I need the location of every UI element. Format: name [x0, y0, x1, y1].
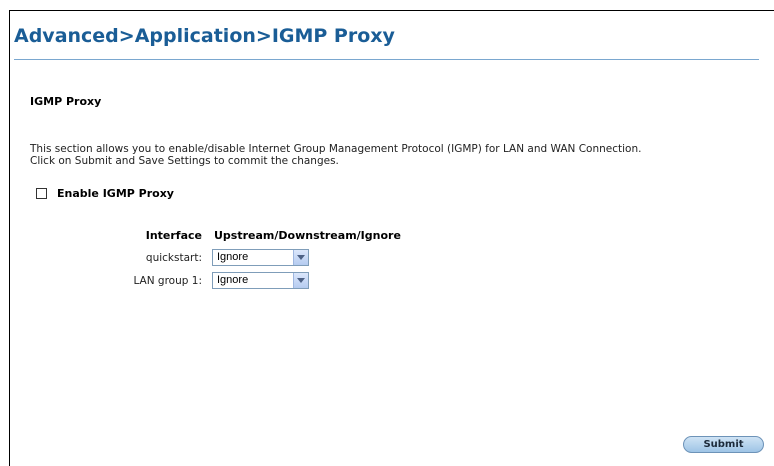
section-heading: IGMP Proxy	[30, 95, 102, 108]
quickstart-mode-value: Ignore	[217, 251, 249, 263]
enable-igmp-proxy-row: Enable IGMP Proxy	[36, 187, 174, 200]
chevron-down-icon	[293, 250, 308, 265]
page-title: Advanced>Application>IGMP Proxy	[14, 25, 395, 47]
lan-group-1-mode-value: Ignore	[217, 274, 249, 286]
title-divider	[14, 59, 759, 60]
lan-group-1-mode-select[interactable]: Ignore	[212, 272, 309, 289]
description-line-1: This section allows you to enable/disabl…	[30, 143, 642, 155]
description-line-2: Click on Submit and Save Settings to com…	[30, 155, 339, 167]
mode-column-header: Upstream/Downstream/Ignore	[214, 229, 401, 242]
interface-label-lan-group-1: LAN group 1:	[133, 275, 202, 287]
description: This section allows you to enable/disabl…	[30, 143, 750, 167]
submit-button[interactable]: Submit	[683, 436, 764, 453]
quickstart-mode-select[interactable]: Ignore	[212, 249, 309, 266]
interface-column-header: Interface	[145, 229, 202, 242]
chevron-down-icon	[293, 273, 308, 288]
enable-igmp-proxy-label: Enable IGMP Proxy	[57, 187, 174, 200]
enable-igmp-proxy-checkbox[interactable]	[36, 188, 47, 199]
interface-label-quickstart: quickstart:	[145, 252, 202, 264]
